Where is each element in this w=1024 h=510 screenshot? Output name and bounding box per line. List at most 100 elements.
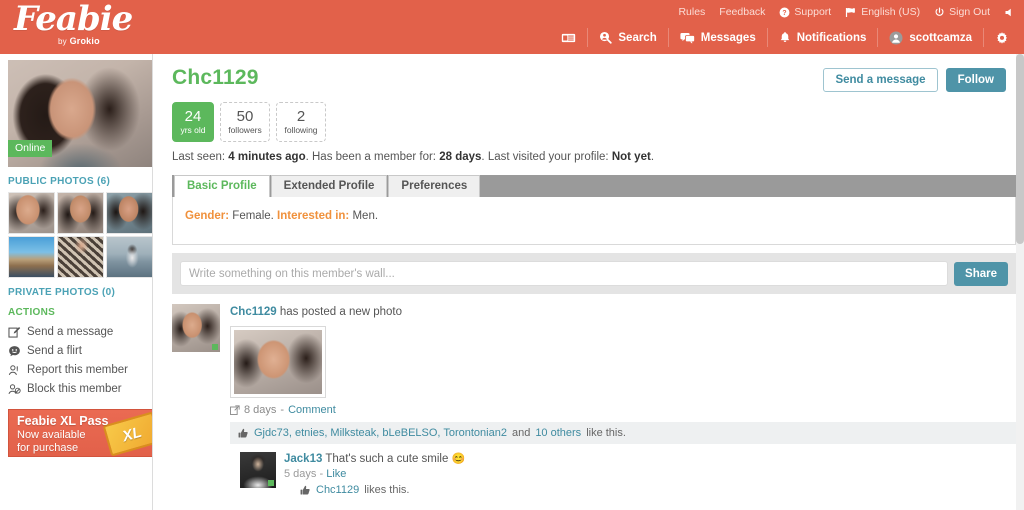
speaker-icon[interactable] [1004,7,1016,18]
follow-button[interactable]: Follow [945,68,1006,92]
profile-status-line: Last seen: 4 minutes ago. Has been a mem… [172,151,655,163]
logo-company-text: Grokio [69,36,100,46]
post-action-text: has posted a new photo [279,306,403,318]
wall-post-input[interactable]: Write something on this member's wall... [180,261,949,286]
post-likers-names[interactable]: Gjdc73, etnies, Milksteak, bLeBELSO, Tor… [254,427,507,439]
nav-search-label: Search [618,31,657,44]
tab-basic-profile[interactable]: Basic Profile [174,175,270,197]
comment-body: Jack13 That's such a cute smile 😊 5 days… [284,452,1016,496]
comment-likes-row: Chc1129 likes this. [300,484,1016,496]
compose-icon [8,326,21,339]
nav-newsfeed[interactable] [550,28,587,47]
action-send-message[interactable]: Send a message [8,323,146,342]
post-comment-link[interactable]: Comment [288,404,336,416]
stat-following[interactable]: 2 following [276,102,326,142]
stat-age-label: yrs old [180,125,206,135]
action-send-flirt[interactable]: Send a flirt [8,342,146,361]
post-photo[interactable] [230,326,326,398]
utility-support[interactable]: ? Support [779,6,831,18]
feed-post: Chc1129 has posted a new photo 8 days - … [172,304,1016,496]
smiley-icon [8,345,21,358]
post-comment: Jack13 That's such a cute smile 😊 5 days… [240,452,1016,496]
nav-messages[interactable]: Messages [667,28,767,47]
xl-pass-title: Feabie XL Pass [17,414,109,428]
utility-signout-label: Sign Out [949,6,990,18]
utility-rules-label: Rules [678,6,706,18]
bell-icon [779,31,791,44]
utility-rules[interactable]: Rules [678,6,705,18]
photo-thumbnail[interactable] [57,236,104,278]
tab-preferences[interactable]: Preferences [388,175,481,197]
stat-following-label: following [284,125,318,135]
post-author-avatar[interactable] [172,304,220,352]
post-title: Chc1129 has posted a new photo [230,306,1016,318]
profile-photo[interactable]: Online [8,60,153,167]
comment-author-link[interactable]: Jack13 [284,453,322,465]
page-scrollbar[interactable] [1016,54,1024,510]
utility-language-label: English (US) [861,6,921,18]
comment-author-avatar[interactable] [240,452,276,488]
top-brand-bar: Feabie by Grokio Rules Feedback ? Suppor… [0,0,1024,54]
stat-age[interactable]: 24 yrs old [172,102,214,142]
photo-thumbnail[interactable] [8,236,55,278]
post-meta: 8 days - Comment [230,404,1016,416]
online-indicator-dot [268,480,274,486]
action-report-member[interactable]: Report this member [8,361,146,380]
photo-thumbnail[interactable] [57,192,104,234]
nav-messages-label: Messages [700,31,756,44]
page-title: Chc1129 [172,66,259,89]
nav-account[interactable]: scottcamza [877,28,983,47]
comment-like-link[interactable]: Like [326,468,346,480]
xl-pass-promo-banner[interactable]: XL Feabie XL Pass Now available for purc… [8,409,153,457]
main-content: Chc1129 Send a message Follow 24 yrs old… [160,54,1016,510]
xl-ticket-icon: XL [102,411,152,456]
thumbs-up-icon [238,428,249,439]
comment-liked-by-link[interactable]: Chc1129 [316,484,359,496]
tab-extended-profile[interactable]: Extended Profile [270,175,388,197]
post-author-link[interactable]: Chc1129 [230,306,277,318]
search-person-icon [599,31,613,44]
nav-notifications[interactable]: Notifications [766,28,878,47]
messages-icon [680,32,695,44]
tab-panel-basic-profile: Gender: Female. Interested in: Men. [172,197,1016,245]
utility-feedback-label: Feedback [719,6,766,18]
utility-signout[interactable]: Sign Out [934,6,990,18]
utility-feedback[interactable]: Feedback [719,6,765,18]
private-photos-heading: PRIVATE PHOTOS (0) [8,287,116,298]
stat-followers-label: followers [228,125,262,135]
interested-in-label: Interested in: [277,210,350,222]
scrollbar-thumb[interactable] [1016,54,1024,244]
avatar-icon [889,31,903,45]
action-send-flirt-label: Send a flirt [27,345,82,357]
send-message-button[interactable]: Send a message [823,68,938,92]
utility-language[interactable]: English (US) [845,6,920,18]
smile-emoji-icon: 😊 [451,453,466,465]
public-photos-heading: PUBLIC PHOTOS (6) [8,176,111,187]
power-icon [934,7,945,18]
photo-thumbnail[interactable] [8,192,55,234]
nav-account-label: scottcamza [909,31,972,44]
photo-thumbnail[interactable] [106,192,153,234]
help-circle-icon: ? [779,7,790,18]
share-button[interactable]: Share [954,261,1008,286]
comment-text-line: Jack13 That's such a cute smile 😊 [284,452,1016,465]
actions-heading: ACTIONS [8,307,56,318]
xl-pass-line2: for purchase [17,442,79,454]
last-visited-label: Last visited your profile: [487,151,609,163]
action-block-member[interactable]: Block this member [8,380,146,399]
nav-settings[interactable] [983,28,1020,47]
comment-liked-suffix: likes this. [364,484,410,496]
stat-followers[interactable]: 50 followers [220,102,270,142]
post-likes-others-link[interactable]: 10 others [535,427,581,439]
comment-time: 5 days [284,468,317,480]
site-logo[interactable]: Feabie [14,2,133,36]
nav-search[interactable]: Search [587,28,667,47]
basic-profile-line: Gender: Female. Interested in: Men. [185,210,1015,222]
sidebar-divider [152,54,153,510]
activity-feed: Chc1129 has posted a new photo 8 days - … [172,304,1016,496]
last-visited-value: Not yet [611,151,651,163]
comment-meta-separator: - [319,468,324,480]
photo-thumbnail[interactable] [106,236,153,278]
newspaper-icon [561,32,576,44]
post-likes-and: and [511,427,531,439]
